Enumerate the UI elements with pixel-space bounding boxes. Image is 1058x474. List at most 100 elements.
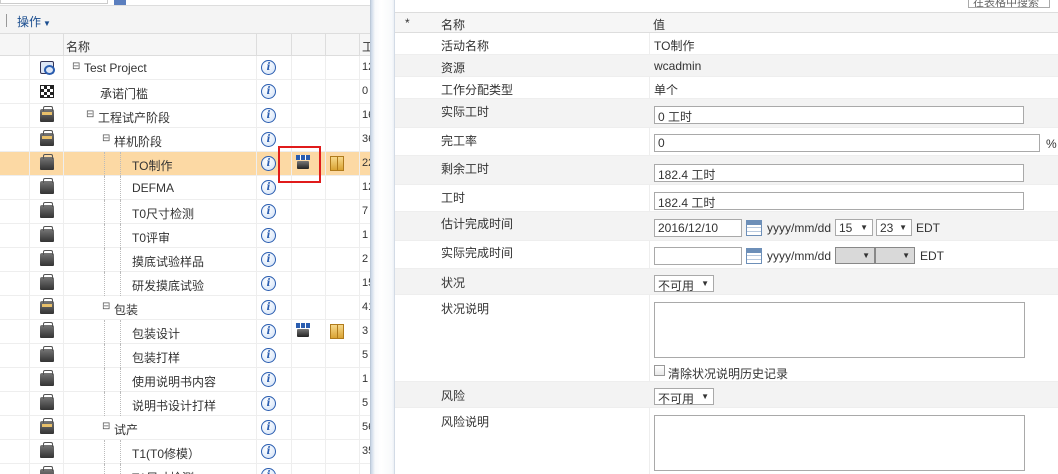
info-icon[interactable]: i <box>261 372 276 387</box>
table-search-input[interactable]: 在表格中搜索 <box>968 0 1050 8</box>
pane-splitter[interactable] <box>370 0 395 474</box>
info-icon[interactable]: i <box>261 180 276 195</box>
row-select-cell[interactable] <box>0 344 30 368</box>
collapse-toggle-icon[interactable]: ⊟ <box>86 109 94 120</box>
row-select-cell[interactable] <box>0 272 30 296</box>
row-name-cell[interactable]: 说明书设计打样 <box>64 392 257 416</box>
info-icon[interactable]: i <box>261 324 276 339</box>
header-info-col[interactable] <box>257 34 292 56</box>
row-name-cell[interactable]: 包装打样 <box>64 344 257 368</box>
quick-filter-input[interactable] <box>0 0 108 4</box>
row-name-cell[interactable]: ⊟ Test Project <box>64 56 257 80</box>
info-icon[interactable]: i <box>261 252 276 267</box>
info-icon[interactable]: i <box>261 84 276 99</box>
row-name-cell[interactable]: 研发摸底试验 <box>64 272 257 296</box>
header-status-col[interactable] <box>292 34 326 56</box>
row-select-cell[interactable] <box>0 128 30 152</box>
row-select-cell[interactable] <box>0 224 30 248</box>
header-work-col[interactable]: 工 <box>360 34 370 56</box>
row-select-cell[interactable] <box>0 392 30 416</box>
header-type-col[interactable] <box>30 34 64 56</box>
info-icon[interactable]: i <box>261 468 276 474</box>
info-icon[interactable]: i <box>261 300 276 315</box>
row-select-cell[interactable] <box>0 200 30 224</box>
info-icon[interactable]: i <box>261 348 276 363</box>
header-select-col[interactable] <box>0 34 30 56</box>
row-select-cell[interactable] <box>0 464 30 474</box>
header-name-col[interactable]: 名称 <box>64 34 257 56</box>
status-select[interactable]: 不可用 ▼ <box>654 275 714 293</box>
deliverable-icon[interactable] <box>330 324 344 339</box>
remaining-work-input[interactable]: 182.4 工时 <box>654 164 1024 182</box>
status-desc-textarea[interactable] <box>654 302 1025 358</box>
row-name-cell[interactable]: T1(T0修模） <box>64 440 257 464</box>
row-select-cell[interactable] <box>0 104 30 128</box>
row-select-cell[interactable] <box>0 176 30 200</box>
row-name-cell[interactable]: 使用说明书内容 <box>64 368 257 392</box>
tree-row[interactable]: 使用说明书内容 i 1 <box>0 368 370 392</box>
info-icon[interactable]: i <box>261 276 276 291</box>
info-icon[interactable]: i <box>261 396 276 411</box>
row-name-cell[interactable]: T0尺寸检测 <box>64 200 257 224</box>
info-icon[interactable]: i <box>261 228 276 243</box>
tree-row[interactable]: ⊟ Test Project i 12 <box>0 56 370 80</box>
row-name-cell[interactable]: ⊟ 样机阶段 <box>64 128 257 152</box>
collapse-toggle-icon[interactable]: ⊟ <box>102 301 110 312</box>
row-select-cell[interactable] <box>0 80 30 104</box>
risk-select[interactable]: 不可用 ▼ <box>654 388 714 406</box>
clear-history-checkbox[interactable] <box>654 365 665 376</box>
tree-row[interactable]: 包装设计 i 3 <box>0 320 370 344</box>
collapse-toggle-icon[interactable]: ⊟ <box>102 133 110 144</box>
act-minute-select[interactable]: ▼ <box>875 247 915 264</box>
tree-row[interactable]: ⊟ 试产 i 56 <box>0 416 370 440</box>
info-icon[interactable]: i <box>261 132 276 147</box>
row-select-cell[interactable] <box>0 296 30 320</box>
tree-row[interactable]: 摸底试验样品 i 2 <box>0 248 370 272</box>
info-icon[interactable]: i <box>261 444 276 459</box>
row-name-cell[interactable]: ⊟ 试产 <box>64 416 257 440</box>
tree-row[interactable]: T0评审 i 1 <box>0 224 370 248</box>
tree-row[interactable]: T1(T0修模） i 35 <box>0 440 370 464</box>
info-icon[interactable]: i <box>261 156 276 171</box>
row-select-cell[interactable] <box>0 416 30 440</box>
deliverable-icon[interactable] <box>330 156 344 171</box>
tree-row[interactable]: T0尺寸检测 i 7 <box>0 200 370 224</box>
row-select-cell[interactable] <box>0 152 30 176</box>
status-tracking-icon[interactable] <box>296 323 310 338</box>
info-icon[interactable]: i <box>261 204 276 219</box>
calendar-icon[interactable] <box>746 220 762 236</box>
percent-input[interactable]: 0 <box>654 134 1040 152</box>
row-select-cell[interactable] <box>0 440 30 464</box>
filter-icon[interactable] <box>114 0 126 5</box>
est-minute-select[interactable]: 23 ▼ <box>876 219 912 236</box>
row-select-cell[interactable] <box>0 56 30 80</box>
actions-menu[interactable]: 操作 ▼ <box>17 13 51 30</box>
act-hour-select[interactable]: ▼ <box>835 247 875 264</box>
row-select-cell[interactable] <box>0 248 30 272</box>
tree-row[interactable]: 包装打样 i 5 <box>0 344 370 368</box>
info-icon[interactable]: i <box>261 60 276 75</box>
row-name-cell[interactable]: ⊟ 工程试产阶段 <box>64 104 257 128</box>
est-hour-select[interactable]: 15 ▼ <box>835 219 873 236</box>
collapse-toggle-icon[interactable]: ⊟ <box>102 421 110 432</box>
info-icon[interactable]: i <box>261 108 276 123</box>
calendar-icon[interactable] <box>746 248 762 264</box>
collapse-toggle-icon[interactable]: ⊟ <box>72 61 80 72</box>
row-select-cell[interactable] <box>0 320 30 344</box>
header-doc-col[interactable] <box>326 34 360 56</box>
row-name-cell[interactable]: T0评审 <box>64 224 257 248</box>
tree-row[interactable]: T1尺寸检测 i <box>0 464 370 474</box>
act-finish-date-input[interactable] <box>654 247 742 265</box>
row-name-cell[interactable]: DEFMA <box>64 176 257 200</box>
tree-row[interactable]: ⊟ 工程试产阶段 i 16 <box>0 104 370 128</box>
row-name-cell[interactable]: TO制作 <box>64 152 257 176</box>
work-input[interactable]: 182.4 工时 <box>654 192 1024 210</box>
est-finish-date-input[interactable]: 2016/12/10 <box>654 219 742 237</box>
tree-row[interactable]: 说明书设计打样 i 5 <box>0 392 370 416</box>
actual-work-input[interactable]: 0 工时 <box>654 106 1024 124</box>
tree-row[interactable]: 承诺门槛 i 0 <box>0 80 370 104</box>
row-name-cell[interactable]: 承诺门槛 <box>64 80 257 104</box>
row-select-cell[interactable] <box>0 368 30 392</box>
row-name-cell[interactable]: ⊟ 包装 <box>64 296 257 320</box>
row-name-cell[interactable]: 包装设计 <box>64 320 257 344</box>
